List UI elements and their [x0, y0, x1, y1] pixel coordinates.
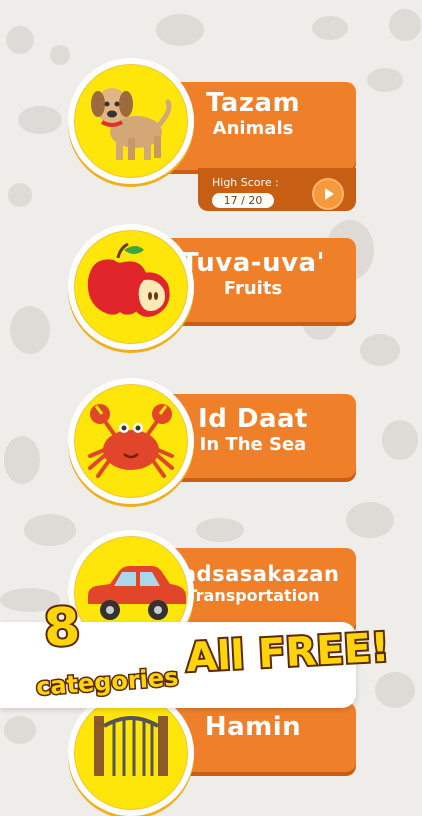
high-score-value: 17 / 20: [212, 193, 274, 208]
category-icon-circle[interactable]: [68, 224, 194, 350]
apple-icon: [87, 242, 170, 317]
gate-icon: [94, 716, 168, 776]
high-score-panel: High Score : 17 / 20: [198, 168, 356, 211]
crab-icon: [88, 404, 174, 478]
category-icon-circle[interactable]: [68, 58, 194, 184]
high-score-label: High Score :: [212, 176, 279, 189]
promo-category-count: 8: [40, 595, 83, 661]
promo-free-label: All FREE!: [183, 623, 392, 684]
play-button[interactable]: [312, 178, 344, 210]
dog-icon: [91, 88, 172, 160]
category-icon-circle[interactable]: [68, 378, 194, 504]
category-icon-circle[interactable]: [68, 690, 194, 816]
